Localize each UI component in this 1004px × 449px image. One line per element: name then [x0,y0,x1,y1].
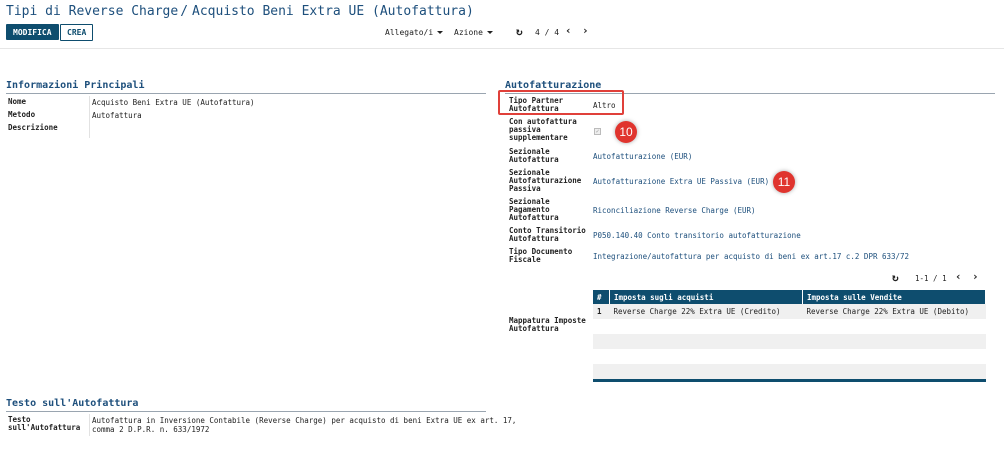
table-cell-purchase-tax[interactable]: Reverse Charge 22% Extra UE (Credito) [609,304,803,319]
attachments-dropdown[interactable]: Allegato/i [385,28,444,37]
attachments-label: Allegato/i [385,28,434,37]
chevron-right-icon[interactable]: › [582,25,589,36]
transit-account-label: Conto Transitorio Autofattura [509,226,586,243]
action-label: Azione [454,28,483,37]
annotation-badge-11: 11 [773,171,795,193]
record-pager: 4 / 4 [535,28,560,37]
breadcrumb-parent-link[interactable]: Tipi di Reverse Charge [6,4,178,19]
section-title-invoice-text: Testo sull'Autofattura [6,398,139,409]
method-value: Autofattura [92,111,142,120]
transit-account-link[interactable]: P050.140.40 Conto transitorio autofattur… [593,231,801,240]
caret-down-icon [486,31,493,34]
column-header-sale-tax[interactable]: Imposta sulle Vendite [802,290,986,304]
payment-journal-link[interactable]: Riconciliazione Reverse Charge (EUR) [593,206,756,215]
caret-down-icon [437,31,444,34]
table-empty-row [593,364,986,379]
payment-journal-label: Sezionale Pagamento Autofattura [509,197,559,222]
refresh-icon[interactable]: ↻ [892,272,899,283]
table-empty-row [593,334,986,349]
journal-label: Sezionale Autofattura [509,147,559,164]
table-footer [593,379,986,382]
table-cell-index: 1 [593,304,610,319]
table-empty-row [593,349,986,364]
journal-link[interactable]: Autofatturazione (EUR) [593,152,692,161]
name-value: Acquisto Beni Extra UE (Autofattura) [92,98,255,107]
name-label: Nome [8,97,27,106]
chevron-left-icon[interactable]: ‹ [955,271,962,282]
invoice-text-line-1: Autofattura in Inversione Contabile (Rev… [92,416,517,425]
field-divider [89,96,90,138]
document-type-link[interactable]: Integrazione/autofattura per acquisto di… [593,252,909,261]
section-divider [6,411,486,412]
passive-journal-label: Sezionale Autofatturazione Passiva [509,168,582,193]
supplementary-label: Con autofattura passiva supplementare [509,117,577,142]
action-dropdown[interactable]: Azione [454,28,493,37]
document-type-label: Tipo Documento Fiscale [509,247,573,264]
tax-mapping-label: Mappatura Imposte Autofattura [509,316,586,333]
breadcrumb-current: Acquisto Beni Extra UE (Autofattura) [192,4,474,19]
description-label: Descrizione [8,123,58,132]
breadcrumb-separator: / [180,4,189,19]
table-empty-row [593,319,986,334]
edit-button[interactable]: MODIFICA [6,24,59,40]
column-header-purchase-tax[interactable]: Imposta sugli acquisti [609,290,803,304]
field-divider [89,414,90,436]
column-header-index[interactable]: # [593,290,610,304]
toolbar-divider [0,48,1004,49]
tax-mapping-table: # Imposta sugli acquisti Imposta sulle V… [593,290,986,382]
checkbox-icon[interactable]: ✓ [594,128,601,135]
chevron-right-icon[interactable]: › [972,271,979,282]
breadcrumb: Tipi di Reverse Charge / Acquisto Beni Ext… [6,4,474,19]
table-pager: 1-1 / 1 [915,274,947,283]
highlight-box [498,90,624,115]
table-cell-sale-tax[interactable]: Reverse Charge 22% Extra UE (Debito) [802,304,986,319]
refresh-icon[interactable]: ↻ [516,26,523,37]
invoice-text-line-2: comma 2 D.P.R. n. 633/1972 [92,425,210,434]
table-header-row: # Imposta sugli acquisti Imposta sulle V… [593,290,986,304]
chevron-left-icon[interactable]: ‹ [565,25,572,36]
section-divider [6,93,486,94]
table-row[interactable]: 1 Reverse Charge 22% Extra UE (Credito) … [593,304,986,319]
passive-journal-link[interactable]: Autofatturazione Extra UE Passiva (EUR) [593,177,769,186]
create-button[interactable]: CREA [60,24,94,41]
section-title-main-info: Informazioni Principali [6,80,145,91]
method-label: Metodo [8,110,36,119]
annotation-badge-10: 10 [615,121,637,143]
invoice-text-label: Testo sull'Autofattura [8,415,81,432]
